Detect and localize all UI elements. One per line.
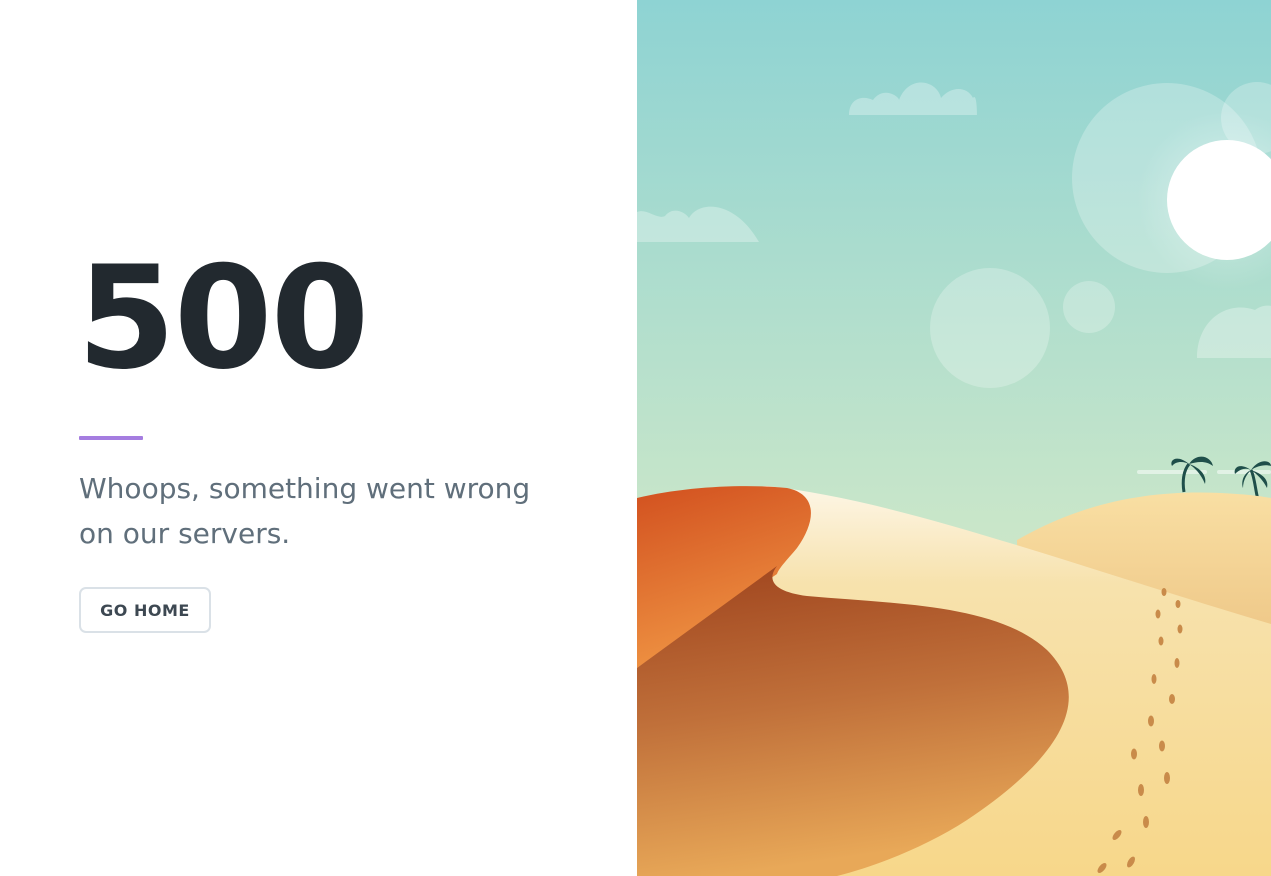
desert-illustration-svg	[637, 0, 1271, 876]
haze-circle	[1063, 281, 1115, 333]
accent-divider	[79, 436, 143, 440]
go-home-button[interactable]: GO HOME	[79, 587, 211, 633]
desert-illustration	[637, 0, 1271, 876]
error-code: 500	[77, 236, 369, 401]
error-message: Whoops, something went wrong on our serv…	[79, 472, 531, 550]
error-content-panel: 500 Whoops, something went wrong on our …	[0, 0, 637, 876]
haze-circle	[930, 268, 1050, 388]
